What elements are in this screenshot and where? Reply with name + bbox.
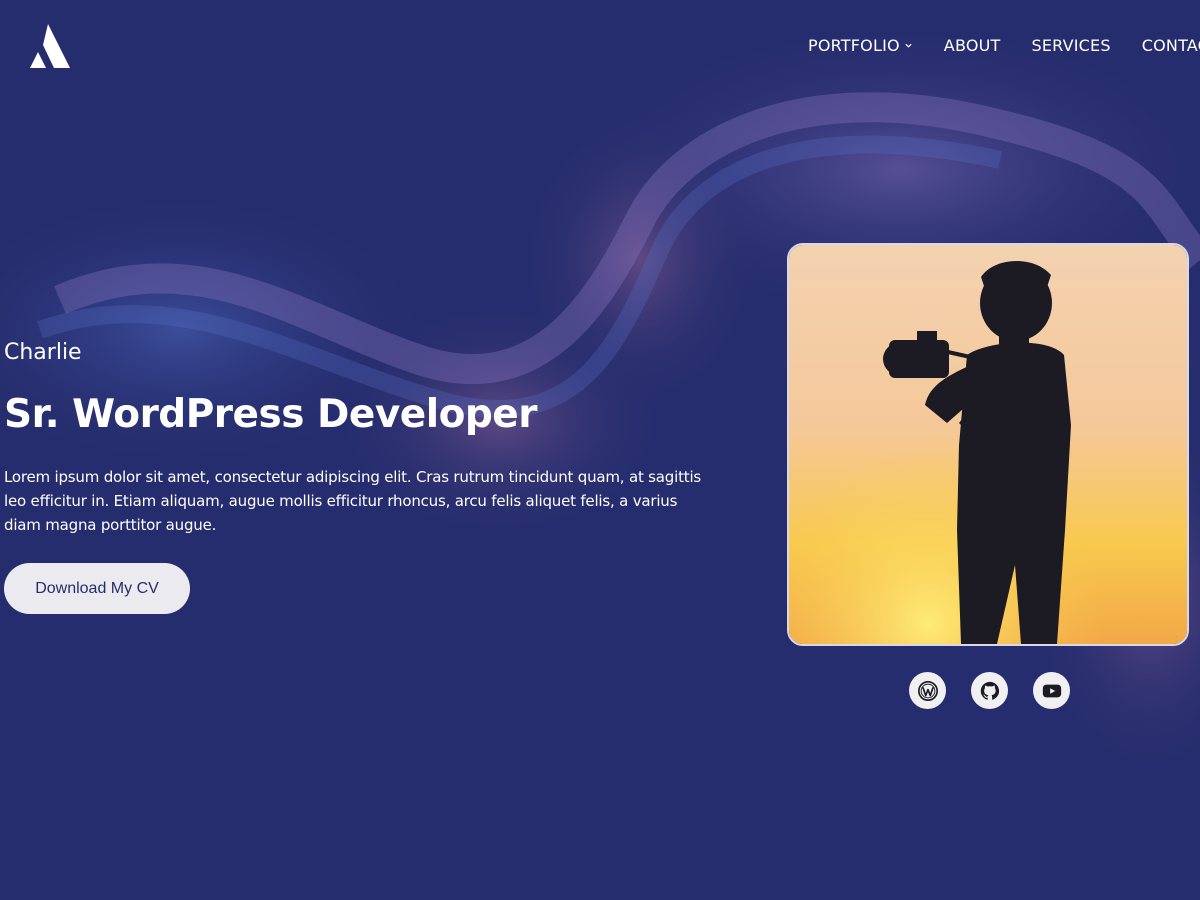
github-icon <box>980 681 999 700</box>
nav-item-label: PORTFOLIO <box>808 36 900 55</box>
wordpress-link[interactable] <box>909 672 946 709</box>
hero-description: Lorem ipsum dolor sit amet, consectetur … <box>4 468 702 534</box>
main-nav: PORTFOLIO ABOUT SERVICES CONTACT <box>808 36 1200 55</box>
page: PORTFOLIO ABOUT SERVICES CONTACT Charlie… <box>0 0 1200 900</box>
youtube-link[interactable] <box>1033 672 1070 709</box>
nav-item-label: ABOUT <box>943 36 1001 55</box>
download-cv-button[interactable]: Download My CV <box>4 563 190 614</box>
nav-item-contact[interactable]: CONTACT <box>1142 36 1200 55</box>
logo-icon[interactable] <box>24 22 72 70</box>
nav-item-about[interactable]: ABOUT <box>944 36 1001 55</box>
github-link[interactable] <box>971 672 1008 709</box>
youtube-icon <box>1042 684 1061 697</box>
photographer-silhouette-image <box>789 245 1187 644</box>
hero-title: Sr. WordPress Developer <box>4 392 537 437</box>
social-links <box>909 672 1070 709</box>
hero-name: Charlie <box>4 340 82 365</box>
chevron-down-icon <box>905 43 912 48</box>
nav-item-portfolio[interactable]: PORTFOLIO <box>808 36 913 55</box>
nav-item-label: SERVICES <box>1031 36 1111 55</box>
profile-photo <box>787 243 1189 646</box>
nav-item-services[interactable]: SERVICES <box>1032 36 1111 55</box>
nav-item-label: CONTACT <box>1141 36 1200 55</box>
wordpress-icon <box>917 680 938 701</box>
